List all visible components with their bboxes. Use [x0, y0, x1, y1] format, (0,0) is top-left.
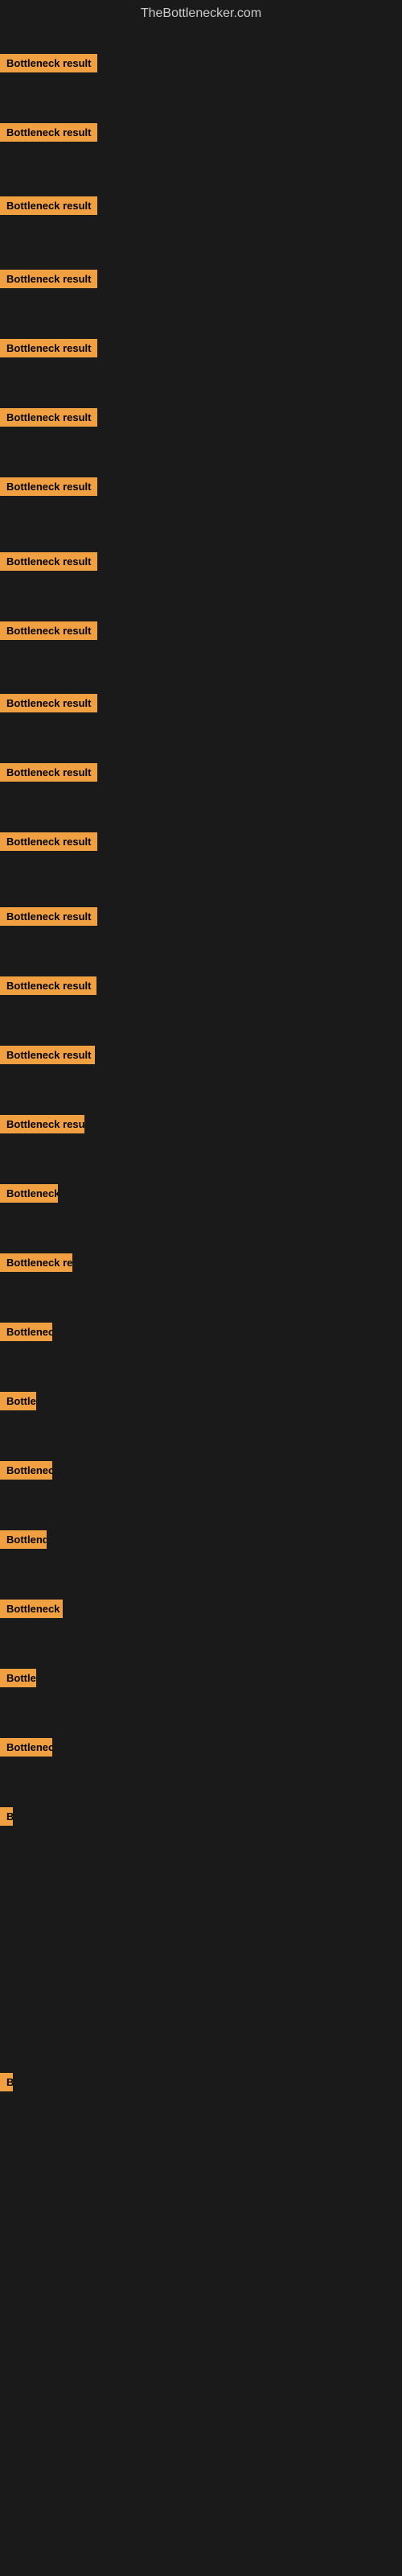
bottleneck-badge-4: Bottleneck result — [0, 270, 97, 288]
bottleneck-item-24[interactable]: Bottle — [0, 1669, 36, 1691]
bottleneck-item-17[interactable]: Bottleneck — [0, 1184, 58, 1207]
bottleneck-item-25[interactable]: Bottlenec — [0, 1738, 52, 1761]
bottleneck-badge-17: Bottleneck — [0, 1184, 58, 1203]
bottleneck-item-4[interactable]: Bottleneck result — [0, 270, 97, 292]
bottleneck-item-6[interactable]: Bottleneck result — [0, 408, 97, 431]
bottleneck-badge-15: Bottleneck result — [0, 1046, 95, 1064]
bottleneck-item-22[interactable]: Bottlend — [0, 1530, 47, 1553]
bottleneck-badge-20: Bottle — [0, 1392, 36, 1410]
bottleneck-item-2[interactable]: Bottleneck result — [0, 123, 97, 146]
bottleneck-badge-19: Bottlenec — [0, 1323, 52, 1341]
bottleneck-badge-23: Bottleneck — [0, 1600, 63, 1618]
bottleneck-item-13[interactable]: Bottleneck result — [0, 907, 97, 930]
bottleneck-badge-25: Bottlenec — [0, 1738, 52, 1757]
bottleneck-badge-3: Bottleneck result — [0, 196, 97, 215]
bottleneck-badge-16: Bottleneck resu — [0, 1115, 84, 1133]
bottleneck-item-15[interactable]: Bottleneck result — [0, 1046, 95, 1068]
bottleneck-item-21[interactable]: Bottlenec — [0, 1461, 52, 1484]
bottleneck-item-1[interactable]: Bottleneck result — [0, 54, 97, 76]
bottleneck-badge-26: B — [0, 1807, 13, 1826]
bottleneck-item-10[interactable]: Bottleneck result — [0, 694, 97, 716]
bottleneck-item-20[interactable]: Bottle — [0, 1392, 36, 1414]
bottleneck-badge-21: Bottlenec — [0, 1461, 52, 1480]
bottleneck-item-3[interactable]: Bottleneck result — [0, 196, 97, 219]
bottleneck-badge-9: Bottleneck result — [0, 621, 97, 640]
bottleneck-item-9[interactable]: Bottleneck result — [0, 621, 97, 644]
bottleneck-item-8[interactable]: Bottleneck result — [0, 552, 97, 575]
bottleneck-item-12[interactable]: Bottleneck result — [0, 832, 97, 855]
bottleneck-badge-8: Bottleneck result — [0, 552, 97, 571]
bottleneck-badge-14: Bottleneck result — [0, 976, 96, 995]
bottleneck-item-11[interactable]: Bottleneck result — [0, 763, 97, 786]
bottleneck-badge-6: Bottleneck result — [0, 408, 97, 427]
bottleneck-badge-12: Bottleneck result — [0, 832, 97, 851]
bottleneck-badge-18: Bottleneck re — [0, 1253, 72, 1272]
bottleneck-item-27[interactable]: B — [0, 2073, 13, 2095]
bottleneck-badge-5: Bottleneck result — [0, 339, 97, 357]
bottleneck-badge-22: Bottlend — [0, 1530, 47, 1549]
bottleneck-badge-24: Bottle — [0, 1669, 36, 1687]
bottleneck-badge-11: Bottleneck result — [0, 763, 97, 782]
bottleneck-item-23[interactable]: Bottleneck — [0, 1600, 63, 1622]
bottleneck-badge-7: Bottleneck result — [0, 477, 97, 496]
site-title: TheBottlenecker.com — [0, 0, 402, 24]
bottleneck-item-16[interactable]: Bottleneck resu — [0, 1115, 84, 1137]
bottleneck-item-19[interactable]: Bottlenec — [0, 1323, 52, 1345]
bottleneck-item-5[interactable]: Bottleneck result — [0, 339, 97, 361]
bottleneck-badge-10: Bottleneck result — [0, 694, 97, 712]
bottleneck-item-18[interactable]: Bottleneck re — [0, 1253, 72, 1276]
bottleneck-badge-1: Bottleneck result — [0, 54, 97, 72]
bottleneck-item-14[interactable]: Bottleneck result — [0, 976, 96, 999]
bottleneck-badge-27: B — [0, 2073, 13, 2091]
bottleneck-badge-13: Bottleneck result — [0, 907, 97, 926]
bottleneck-item-7[interactable]: Bottleneck result — [0, 477, 97, 500]
bottleneck-badge-2: Bottleneck result — [0, 123, 97, 142]
bottleneck-item-26[interactable]: B — [0, 1807, 13, 1830]
